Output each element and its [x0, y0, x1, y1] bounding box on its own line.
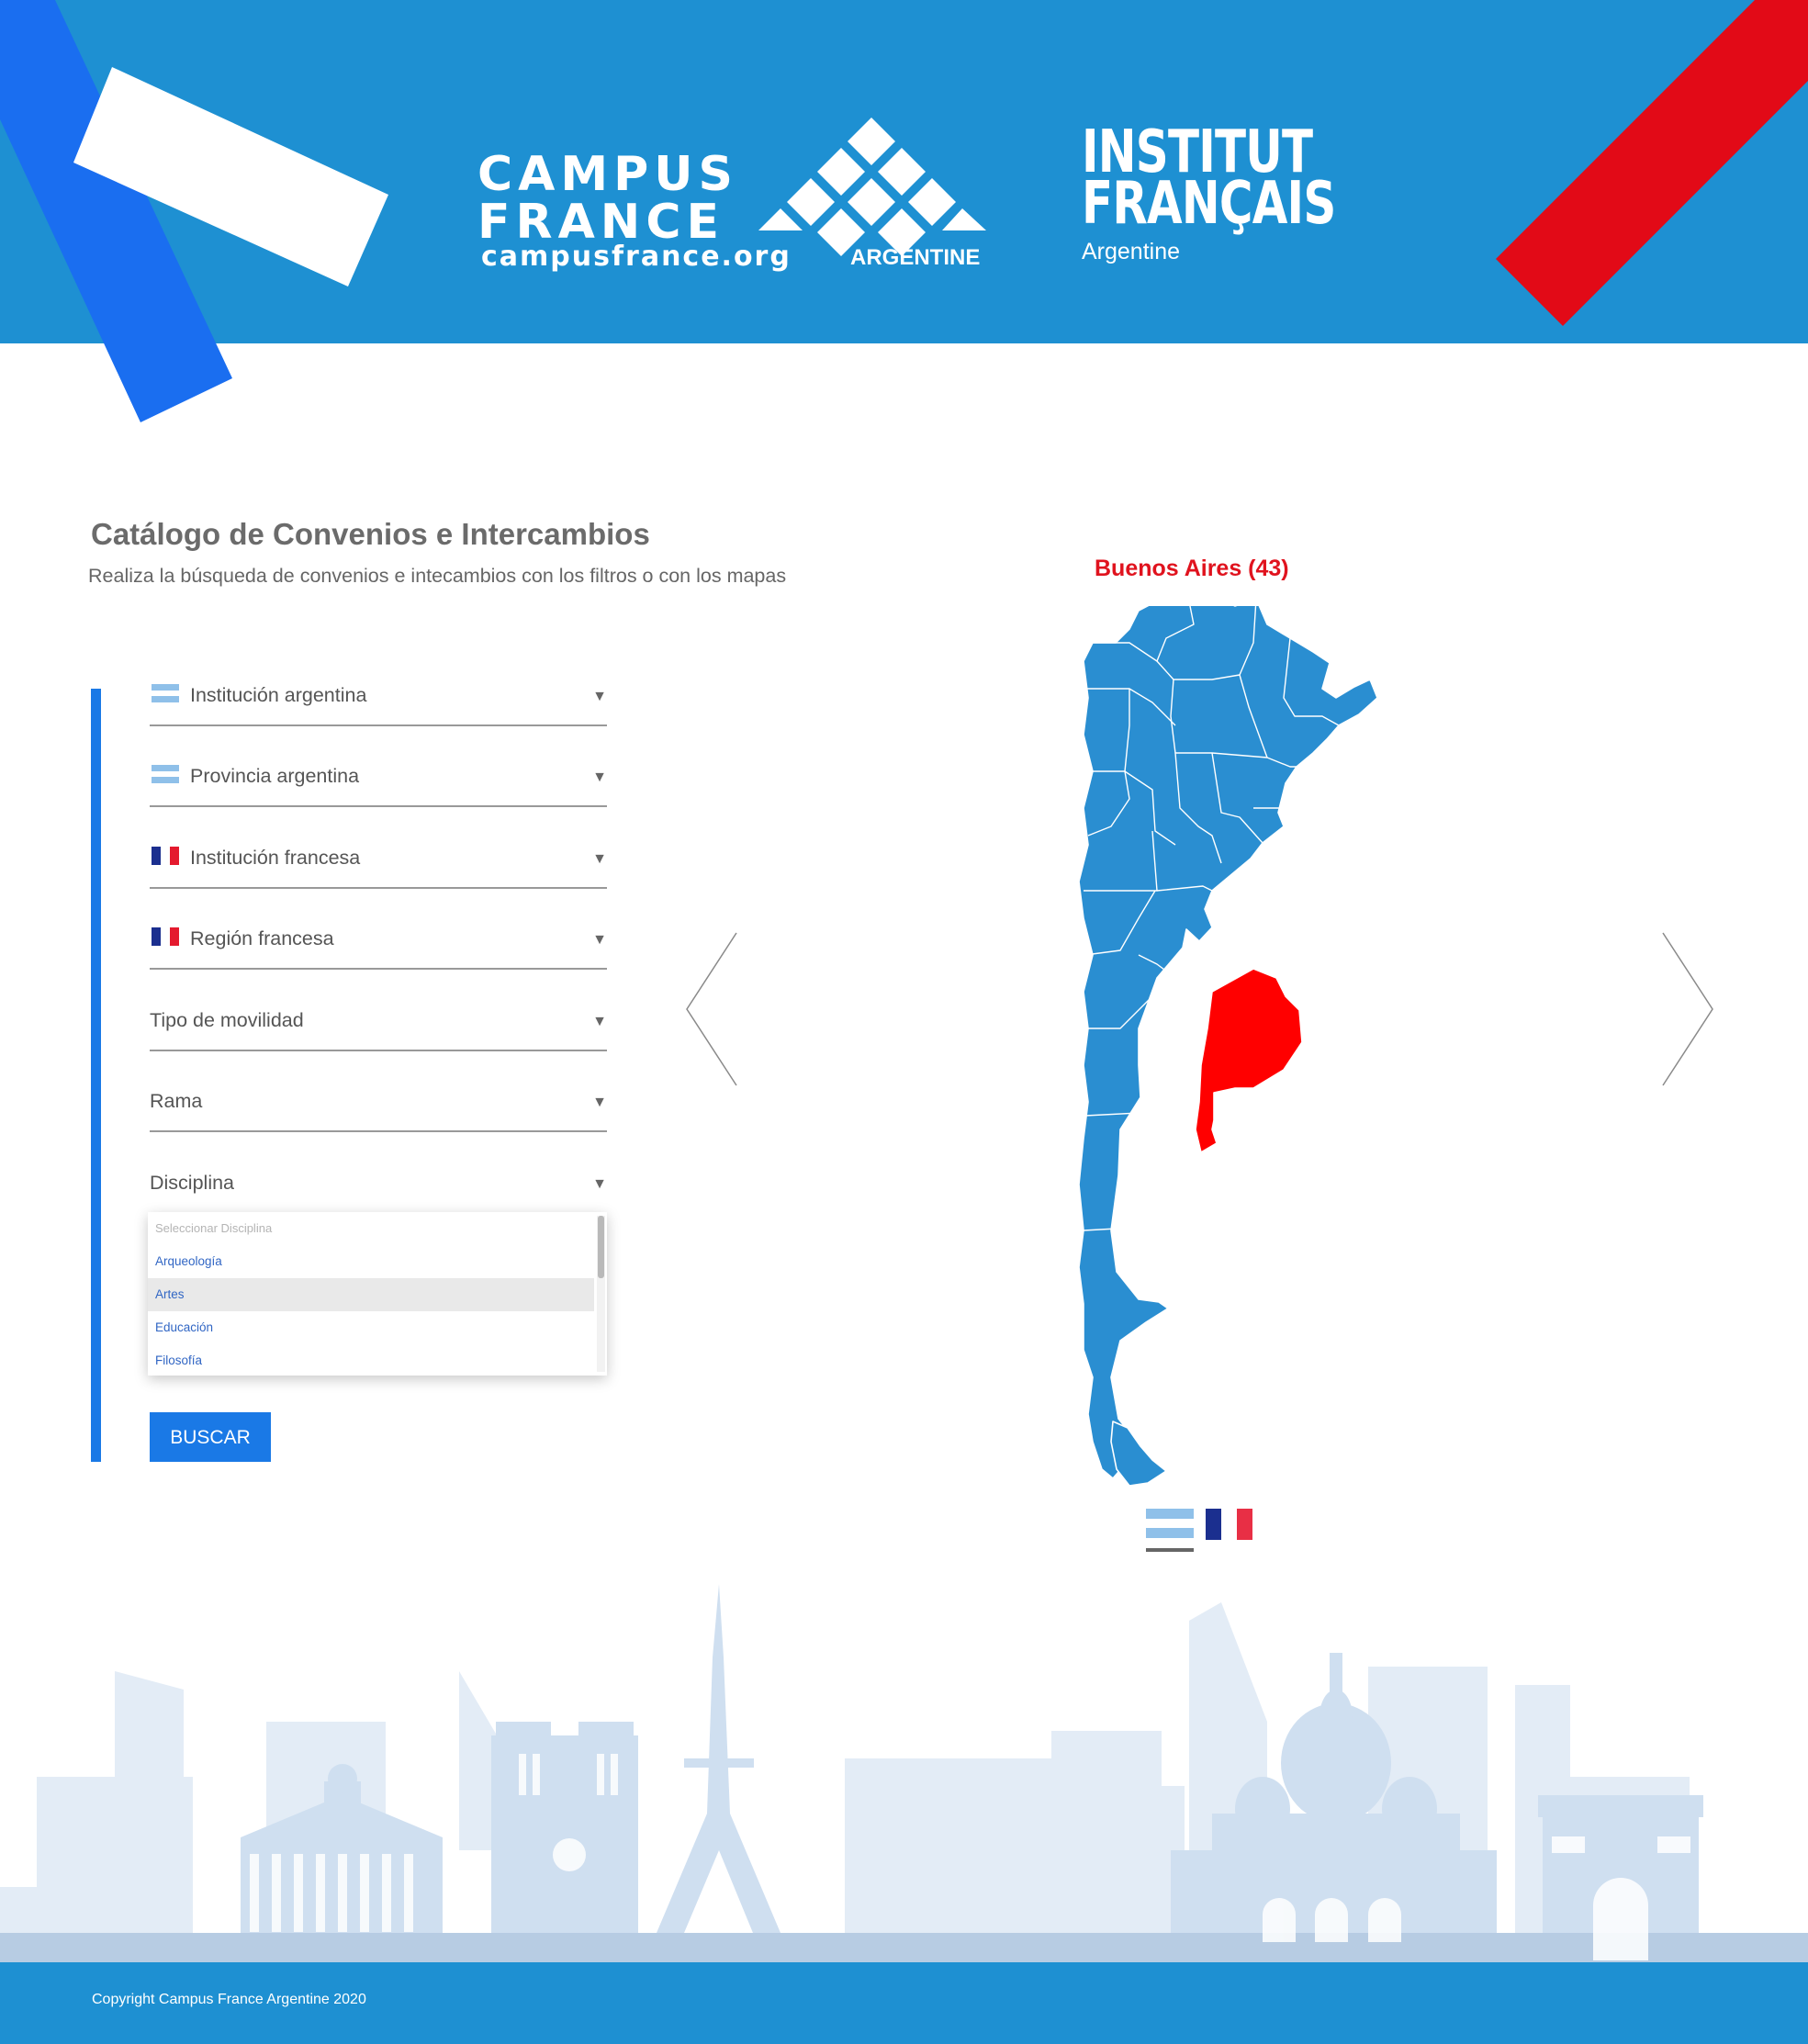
chevron-down-icon: ▼ — [592, 689, 607, 704]
dropdown-option[interactable]: Arqueología — [148, 1245, 594, 1278]
filter-label: Región francesa — [190, 927, 334, 949]
map-tab-switch[interactable] — [1143, 1509, 1263, 1555]
argentina-map[interactable] — [992, 606, 1405, 1488]
filter-label: Institución francesa — [190, 847, 361, 869]
filter-region-francesa[interactable]: Región francesa ▼ — [150, 927, 607, 970]
chevron-down-icon: ▼ — [592, 851, 607, 867]
decorative-ribbon-blue — [0, 0, 388, 422]
chevron-down-icon: ▼ — [592, 1095, 607, 1110]
dropdown-option[interactable]: Educación — [148, 1311, 594, 1344]
dropdown-option[interactable]: Filosofía — [148, 1344, 594, 1376]
filter-rama[interactable]: Rama ▼ — [150, 1090, 607, 1132]
filter-label: Institución argentina — [190, 684, 367, 706]
dropdown-placeholder[interactable]: Seleccionar Disciplina — [148, 1212, 594, 1245]
filter-tipo-movilidad[interactable]: Tipo de movilidad ▼ — [150, 1009, 607, 1051]
argentina-flag-icon — [152, 684, 179, 702]
map-next-arrow-icon[interactable] — [1660, 931, 1715, 1087]
argentina-flag-icon[interactable] — [1146, 1509, 1194, 1552]
filter-institucion-argentina[interactable]: Institución argentina ▼ — [150, 684, 607, 726]
filter-disciplina[interactable]: Disciplina ▼ — [150, 1172, 607, 1212]
logo-campus-word: CAMPUS — [477, 147, 738, 202]
institut-francais-logo[interactable]: INSTITUT FRANÇAIS Argentine — [1082, 123, 1408, 265]
filter-institucion-francesa[interactable]: Institución francesa ▼ — [150, 847, 607, 889]
decorative-ribbon-red — [1496, 0, 1808, 326]
france-flag-icon[interactable] — [1206, 1509, 1252, 1540]
paris-skyline-illustration — [0, 1584, 1808, 1962]
chevron-down-icon: ▼ — [592, 769, 607, 785]
logo-francais-word: FRANÇAIS — [1082, 170, 1336, 238]
filter-label: Disciplina — [150, 1172, 235, 1194]
footer: Copyright Campus France Argentine 2020 — [0, 1962, 1808, 2044]
search-button[interactable]: BUSCAR — [150, 1412, 271, 1462]
filters-accent-bar — [91, 689, 101, 1462]
page-subtitle: Realiza la búsqueda de convenios e intec… — [88, 565, 787, 587]
chevron-down-icon: ▼ — [592, 932, 607, 948]
pyramid-icon — [758, 118, 986, 256]
logo-institut-country: Argentine — [1082, 239, 1181, 264]
argentina-flag-icon — [152, 765, 179, 783]
logo-url: campusfrance.org — [481, 241, 792, 273]
buenos-aires-province — [1195, 968, 1303, 1153]
france-flag-icon — [152, 927, 179, 946]
dropdown-option[interactable]: Artes — [148, 1278, 594, 1311]
filter-label: Tipo de movilidad — [150, 1009, 304, 1031]
selected-region-label: Buenos Aires (43) — [1095, 556, 1289, 581]
page-title: Catálogo de Convenios e Intercambios — [91, 517, 650, 551]
filter-label: Rama — [150, 1090, 203, 1112]
filter-provincia-argentina[interactable]: Provincia argentina ▼ — [150, 765, 607, 807]
header-banner: CAMPUS FRANCE campusfrance.org ARGENTINE… — [0, 0, 1808, 422]
dropdown-scrollbar-thumb[interactable] — [598, 1216, 604, 1278]
disciplina-dropdown-list[interactable]: Seleccionar Disciplina Arqueología Artes… — [148, 1212, 607, 1376]
filter-label: Provincia argentina — [190, 765, 360, 787]
france-flag-icon — [152, 847, 179, 865]
campus-france-logo[interactable]: CAMPUS FRANCE campusfrance.org ARGENTINE — [477, 110, 992, 275]
copyright-text: Copyright Campus France Argentine 2020 — [92, 1992, 366, 2007]
map-prev-arrow-icon[interactable] — [684, 931, 739, 1087]
chevron-down-icon: ▼ — [592, 1176, 607, 1192]
chevron-down-icon: ▼ — [592, 1014, 607, 1029]
